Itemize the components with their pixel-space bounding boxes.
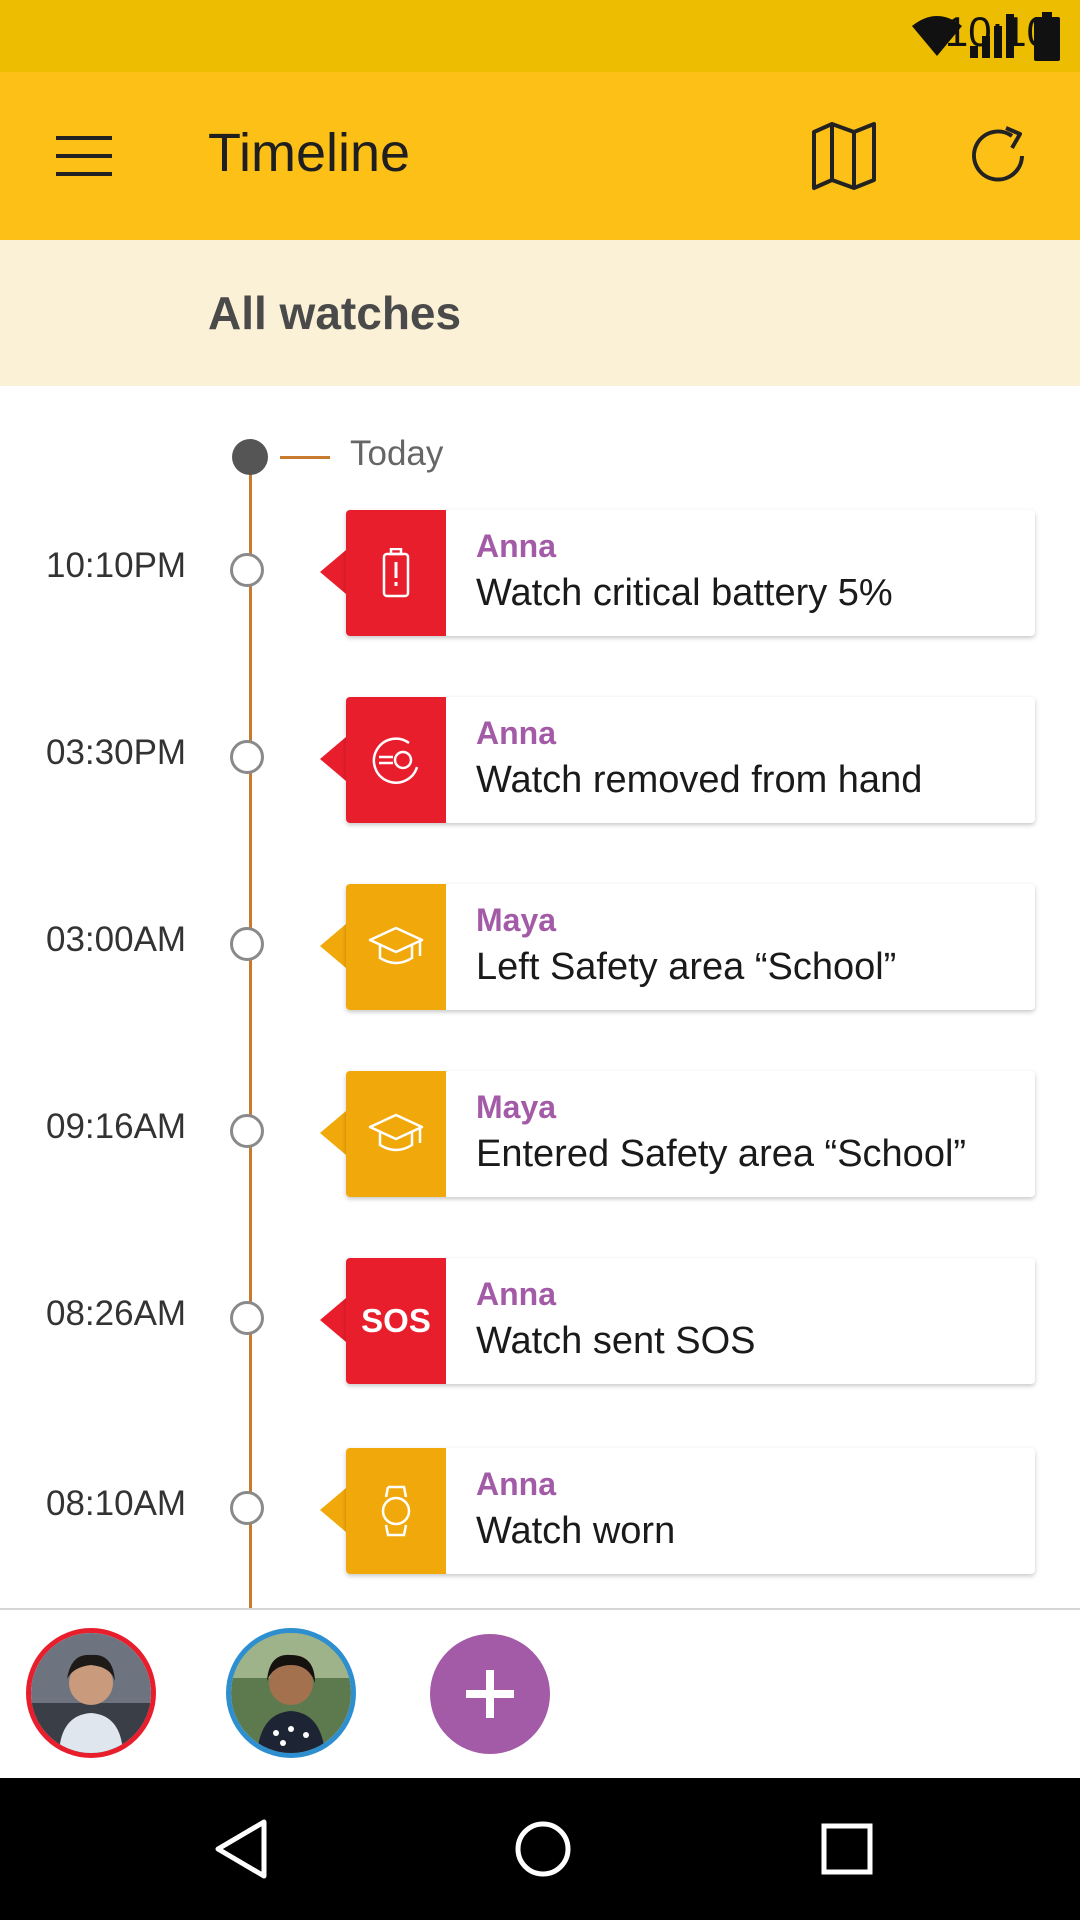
card-pointer (320, 1111, 346, 1155)
card-pointer (320, 737, 346, 781)
event-time: 03:30PM (46, 733, 187, 772)
map-button[interactable] (806, 118, 882, 194)
avatar-maya[interactable] (226, 1628, 356, 1758)
status-time: 10:10 (944, 8, 1050, 55)
card-pointer (320, 1488, 346, 1532)
timeline-node (230, 1491, 264, 1525)
timeline-node (230, 1114, 264, 1148)
status-bar: 10:10 (0, 0, 1080, 72)
app-bar: Timeline (0, 72, 1080, 240)
card-pointer (320, 1298, 346, 1342)
today-connector (280, 456, 330, 459)
today-marker (232, 439, 268, 475)
event-icon-box (346, 697, 446, 823)
timeline-node (230, 740, 264, 774)
today-label: Today (350, 434, 444, 473)
event-description: Entered Safety area “School” (476, 1133, 967, 1175)
event-child-name: Anna (476, 1276, 556, 1312)
timeline-node (230, 553, 264, 587)
event-card[interactable]: Anna Watch worn (346, 1448, 1035, 1574)
event-child-name: Anna (476, 528, 556, 564)
event-card[interactable]: Maya Left Safety area “School” (346, 884, 1035, 1010)
event-time: 10:10PM (46, 546, 187, 585)
plus-icon (466, 1670, 514, 1718)
timeline-event: 08:26AM SOS Anna Watch sent SOS (0, 1258, 1080, 1384)
contacts-bar (0, 1608, 1080, 1780)
recents-button[interactable] (812, 1814, 882, 1884)
avatar-photo (231, 1633, 351, 1753)
graduation-cap-icon (368, 926, 424, 965)
event-child-name: Maya (476, 902, 557, 938)
recents-icon (821, 1823, 873, 1875)
back-button[interactable] (206, 1814, 276, 1884)
avatar-photo (31, 1633, 151, 1753)
refresh-icon (972, 126, 1024, 182)
home-button[interactable] (508, 1814, 578, 1884)
timeline-event: 03:30PM Anna Watch removed from hand (0, 697, 1080, 823)
filter-label: All watches (208, 287, 462, 339)
event-card[interactable]: SOS Anna Watch sent SOS (346, 1258, 1035, 1384)
menu-button[interactable] (46, 126, 118, 186)
event-icon-box: SOS (346, 1258, 446, 1384)
event-description: Left Safety area “School” (476, 946, 897, 988)
event-child-name: Anna (476, 1466, 556, 1502)
event-icon-box (346, 510, 446, 636)
event-icon-box (346, 884, 446, 1010)
back-icon (215, 1819, 267, 1879)
system-nav-bar (0, 1778, 1080, 1920)
watch-removed-icon (372, 737, 419, 784)
filter-bar[interactable]: All watches (0, 240, 1080, 386)
avatar-anna[interactable] (26, 1628, 156, 1758)
sos-icon: SOS (361, 1302, 431, 1339)
event-time: 03:00AM (46, 920, 187, 959)
card-pointer (320, 924, 346, 968)
timeline-event: 03:00AM Maya Left Safety area “School” (0, 884, 1080, 1010)
event-description: Watch removed from hand (476, 759, 923, 801)
event-time: 08:10AM (46, 1484, 187, 1523)
home-icon (515, 1821, 571, 1877)
event-card[interactable]: Maya Entered Safety area “School” (346, 1071, 1035, 1197)
event-card[interactable]: Anna Watch removed from hand (346, 697, 1035, 823)
timeline-event: 10:10PM Anna Watch critical battery 5% (0, 510, 1080, 636)
event-time: 09:16AM (46, 1107, 187, 1146)
event-description: Watch critical battery 5% (476, 572, 893, 614)
map-icon (812, 122, 876, 190)
watch-icon (381, 1485, 411, 1537)
event-child-name: Maya (476, 1089, 557, 1125)
event-child-name: Anna (476, 715, 556, 751)
event-icon-box (346, 1448, 446, 1574)
battery-alert-icon (382, 548, 410, 598)
graduation-cap-icon (368, 1113, 424, 1152)
event-description: Watch sent SOS (476, 1320, 756, 1362)
refresh-button[interactable] (962, 120, 1034, 192)
timeline-node (230, 927, 264, 961)
event-icon-box (346, 1071, 446, 1197)
timeline-event: 09:16AM Maya Entered Safety area “School… (0, 1071, 1080, 1197)
page-title: Timeline (208, 123, 411, 183)
add-watch-button[interactable] (430, 1634, 550, 1754)
event-card[interactable]: Anna Watch critical battery 5% (346, 510, 1035, 636)
timeline-node (230, 1301, 264, 1335)
event-time: 08:26AM (46, 1294, 187, 1333)
timeline-event: 08:10AM Anna Watch worn (0, 1448, 1080, 1574)
card-pointer (320, 550, 346, 594)
hamburger-icon (56, 136, 112, 176)
event-description: Watch worn (476, 1510, 676, 1552)
